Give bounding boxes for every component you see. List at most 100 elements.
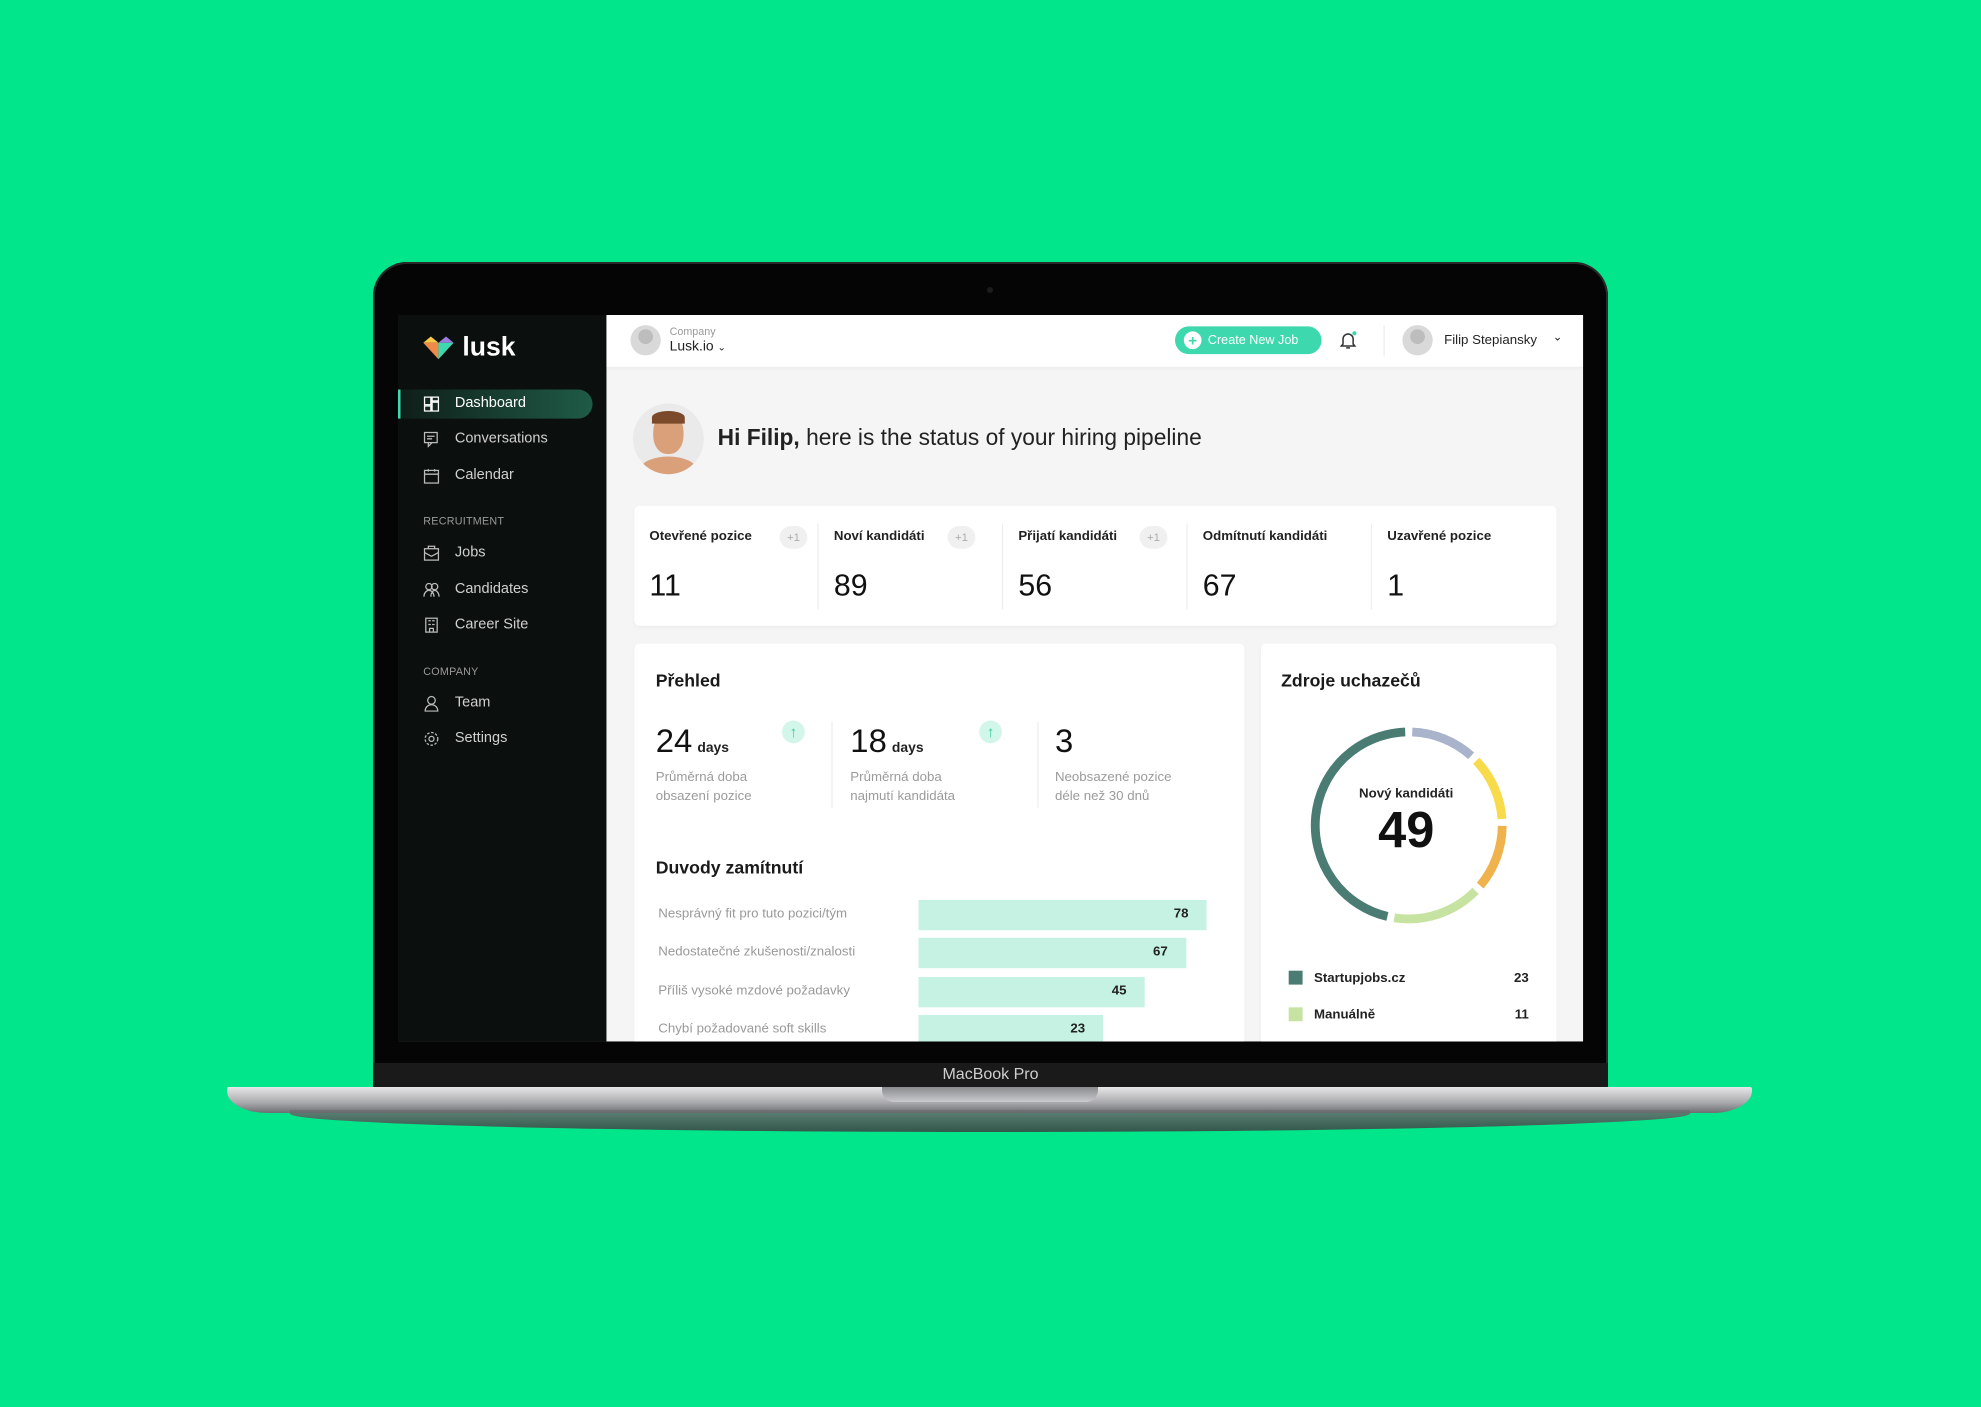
stat-3[interactable]: Odmítnutí kandidáti 67 [1188, 506, 1373, 626]
rejection-bar[interactable] [918, 899, 1207, 931]
create-new-job-label: Create New Job [1207, 333, 1299, 348]
notification-dot [1352, 331, 1357, 336]
rejection-value: 23 [1070, 1021, 1086, 1037]
sidebar-item-candidates[interactable]: Candidates [398, 575, 606, 604]
metric-value: 24 [655, 721, 693, 760]
rejection-label: Chybí požadované soft skills [658, 1021, 827, 1037]
chat-icon [423, 431, 438, 448]
stat-badge: +1 [1139, 525, 1168, 549]
metric-desc: obsazení pozice [655, 788, 752, 804]
sidebar-item-label: Dashboard [454, 395, 526, 412]
rejection-value: 78 [1173, 906, 1189, 922]
overview-card: Přehled 24 days Průměrná doba obsazení poz… [634, 643, 1245, 1042]
rejection-label: Příliš vysoké mzdové požadavky [658, 982, 850, 998]
stat-2[interactable]: Přijatí kandidáti +1 56 [1003, 506, 1188, 626]
dashboard-icon [423, 396, 440, 412]
divider [1383, 325, 1385, 357]
legend-value: 23 [1513, 970, 1529, 986]
sidebar-item-label: Candidates [454, 581, 529, 597]
stat-0[interactable]: Otevřené pozice +1 11 [634, 506, 819, 626]
rejection-value: 67 [1153, 944, 1168, 960]
stat-value: 11 [649, 568, 681, 604]
logo[interactable]: lusk [422, 333, 516, 363]
sidebar-item-label: Conversations [454, 431, 548, 447]
user-avatar[interactable] [1402, 325, 1433, 356]
sidebar-item-settings[interactable]: Settings [398, 724, 606, 753]
section-label-company: COMPANY [423, 664, 479, 678]
gear-icon [424, 731, 439, 746]
stat-value: 89 [833, 568, 868, 604]
greeting-name: Hi Filip, [717, 424, 800, 451]
overview-metric: 3 Neobsazené pozice déle než 30 dnů [1055, 722, 1172, 807]
main-content: Hi Filip, here is the status of your hir… [606, 367, 1583, 1042]
metric-desc: Průměrná doba [850, 769, 942, 785]
calendar-icon [423, 469, 440, 484]
users-icon [423, 582, 440, 597]
metric-unit: days [891, 740, 924, 756]
sidebar-item-label: Career Site [454, 616, 529, 633]
rejection-bar[interactable] [918, 938, 1186, 969]
bell-icon[interactable] [1338, 330, 1358, 350]
sidebar-item-team[interactable]: Team [398, 689, 606, 718]
metric-desc: Neobsazené pozice [1054, 769, 1172, 785]
metric-value: 18 [850, 721, 887, 760]
donut-segment[interactable] [1411, 727, 1475, 760]
stat-4[interactable]: Uzavřené pozice 1 [1372, 506, 1556, 626]
sidebar-item-jobs[interactable]: Jobs [398, 539, 606, 568]
stat-1[interactable]: Noví kandidáti +1 89 [819, 506, 1004, 626]
plus-icon: + [1183, 331, 1202, 350]
metric-desc: déle než 30 dnů [1054, 788, 1150, 804]
divider [1037, 721, 1039, 808]
rejection-label: Nesprávný fit pro tuto pozici/tým [658, 906, 848, 922]
stat-label: Přijatí kandidáti [1018, 528, 1118, 544]
user-name: Filip Stepiansky [1444, 332, 1537, 348]
stats-card: Otevřené pozice +1 11 Noví kandidáti +1 … [634, 505, 1557, 626]
stat-badge: +1 [779, 525, 808, 549]
divider [831, 721, 833, 808]
metric-unit: days [697, 740, 730, 756]
rejection-bar[interactable] [918, 976, 1145, 1007]
sidebar-item-calendar[interactable]: Calendar [398, 462, 606, 491]
stat-label: Otevřené pozice [649, 528, 752, 544]
trend-up-icon: ↑ [782, 720, 805, 744]
sidebar-item-label: Calendar [454, 467, 514, 484]
create-new-job-button[interactable]: + Create New Job [1174, 326, 1322, 355]
sidebar-item-label: Jobs [454, 544, 486, 561]
company-name: Lusk.io [669, 339, 714, 355]
stat-label: Uzavřené pozice [1387, 528, 1492, 544]
app-screen: lusk Dashboard Conversations Calendar RE… [398, 315, 1584, 1042]
chevron-down-icon: ⌄ [717, 341, 727, 353]
stat-label: Odmítnutí kandidáti [1202, 528, 1328, 544]
company-avatar [630, 325, 661, 356]
active-indicator [398, 389, 401, 419]
sidebar-item-conversations[interactable]: Conversations [398, 425, 606, 454]
overview-metric: 24 days Průměrná doba obsazení pozice [656, 722, 752, 807]
company-caption: Company [669, 325, 716, 338]
user-icon [424, 695, 439, 712]
legend-label: Manuálně [1313, 1006, 1376, 1022]
logo-text: lusk [462, 332, 516, 362]
sources-card: Zdroje uchazečů Nový kandidáti 49 Startu… [1260, 643, 1557, 1042]
donut-segment[interactable] [1393, 887, 1479, 924]
briefcase-icon [423, 545, 440, 561]
user-menu[interactable]: Filip Stepiansky ⌄ [1444, 330, 1562, 348]
laptop-base-shadow [290, 1110, 1690, 1132]
company-switcher[interactable]: Lusk.io ⌄ [670, 339, 726, 354]
stat-value: 1 [1387, 568, 1405, 604]
greeting: Hi Filip, here is the status of your hir… [718, 425, 1202, 452]
rejections-title: Duvody zamítnutí [655, 856, 804, 878]
stat-value: 67 [1202, 568, 1237, 604]
stat-label: Noví kandidáti [833, 528, 925, 544]
sidebar-item-career-site[interactable]: Career Site [398, 611, 606, 640]
trend-up-icon: ↑ [979, 720, 1002, 744]
greeting-text: here is the status of your hiring pipeli… [799, 424, 1202, 451]
sources-title: Zdroje uchazečů [1281, 670, 1421, 691]
sidebar-item-dashboard[interactable]: Dashboard [401, 389, 593, 419]
stat-badge: +1 [947, 525, 976, 549]
overview-title: Přehled [655, 670, 721, 691]
rejection-value: 45 [1111, 982, 1127, 998]
laptop-notch [882, 1087, 1098, 1102]
camera [987, 287, 993, 293]
overview-metric: 18 days Průměrná doba najmutí kandidáta [850, 722, 955, 807]
metric-desc: najmutí kandidáta [850, 788, 956, 804]
